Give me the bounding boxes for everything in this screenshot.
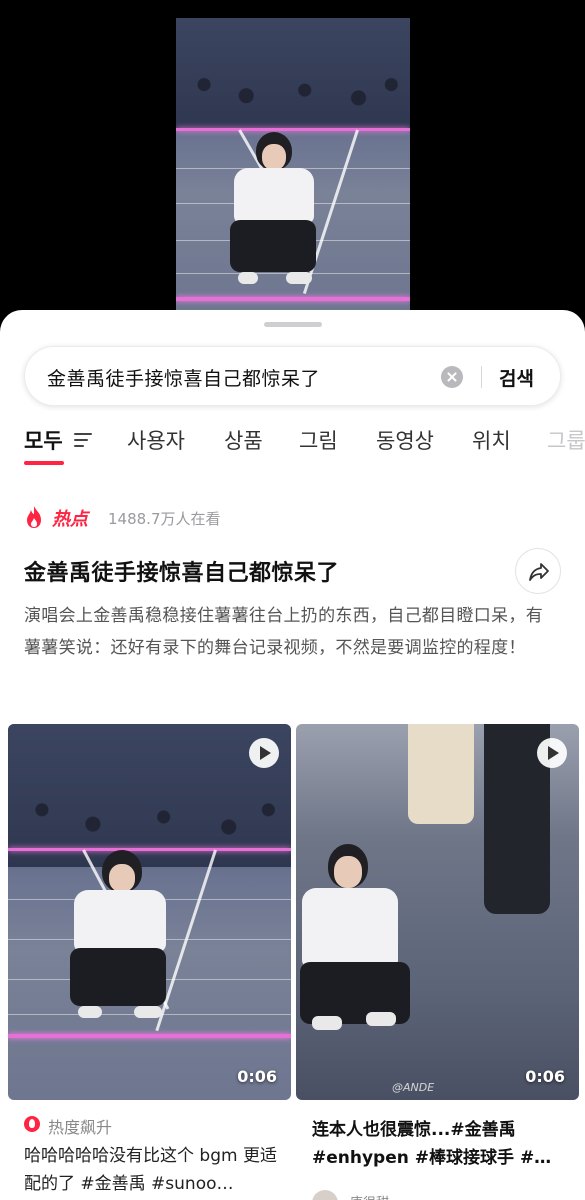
- watermark: @ANDE: [392, 1081, 435, 1094]
- flame-icon: [27, 506, 41, 528]
- video-thumbnail[interactable]: @ANDE 0:06: [296, 724, 579, 1100]
- tab-active-indicator: [24, 461, 64, 465]
- view-count: 1488.7万人在看: [108, 510, 221, 528]
- tab-images[interactable]: 그림: [299, 425, 338, 455]
- play-icon[interactable]: [537, 738, 567, 768]
- drag-handle[interactable]: [264, 322, 322, 327]
- topic-title[interactable]: 金善禹徒手接惊喜自己都惊呆了: [24, 555, 339, 587]
- topic-description: 演唱会上金善禹稳稳接住薯薯往台上扔的东西，自己都目瞪口呆，有薯薯笑说：还好有录下…: [24, 606, 543, 658]
- tab-users[interactable]: 사용자: [127, 425, 185, 455]
- video-duration: 0:06: [525, 1067, 565, 1086]
- tab-groups[interactable]: 그룹: [547, 425, 585, 455]
- card-title[interactable]: 连本人也很震惊...#金善禹 #enhypen #棒球接球手 #…: [312, 1116, 572, 1172]
- crowd-background: [176, 18, 410, 129]
- card-title[interactable]: 哈哈哈哈哈没有比这个 bgm 更适配的了 #金善禹 #sunoo…: [24, 1142, 284, 1198]
- tab-products[interactable]: 상품: [224, 425, 263, 455]
- performer-figure: [68, 850, 228, 1040]
- share-button[interactable]: [515, 548, 561, 594]
- search-bar: 金善禹徒手接惊喜自己都惊呆了 검색: [24, 346, 561, 406]
- video-card[interactable]: 0:06 热度飙升 哈哈哈哈哈没有比这个 bgm 更适配的了 #金善禹 #sun…: [8, 724, 291, 1200]
- hot-label: 热点: [52, 509, 88, 530]
- video-thumbnail[interactable]: 0:06: [8, 724, 291, 1100]
- badge-text: 热度飙升: [48, 1118, 113, 1137]
- category-tabs: 모두 사용자 상품 그림 동영상 위치 그룹: [24, 425, 585, 465]
- search-divider: [481, 366, 482, 388]
- filter-icon[interactable]: [74, 433, 92, 447]
- performer-figure: [296, 844, 436, 1064]
- search-button[interactable]: 검색: [499, 364, 534, 391]
- tab-location[interactable]: 위치: [472, 425, 511, 455]
- search-input[interactable]: 金善禹徒手接惊喜自己都惊呆了: [47, 364, 320, 391]
- play-icon[interactable]: [249, 738, 279, 768]
- crowd-background: [8, 724, 291, 867]
- search-sheet: 金善禹徒手接惊喜自己都惊呆了 검색 모두 사용자 상품 그림 동영상 위치 그룹…: [0, 310, 585, 1200]
- clear-icon[interactable]: [441, 366, 463, 388]
- video-card[interactable]: @ANDE 0:06 连本人也很震惊...#金善禹 #enhypen #棒球接球…: [296, 724, 579, 1200]
- tab-all[interactable]: 모두: [24, 425, 63, 455]
- video-player[interactable]: [0, 0, 585, 320]
- performer-figure: [226, 130, 366, 300]
- video-duration: 0:06: [237, 1067, 277, 1086]
- results-grid: 0:06 热度飙升 哈哈哈哈哈没有比这个 bgm 更适配的了 #金善禹 #sun…: [0, 724, 585, 1200]
- video-frame: [176, 18, 410, 310]
- share-icon: [529, 563, 549, 581]
- fire-badge-icon: [24, 1116, 40, 1132]
- author-name[interactable]: 唐很甜: [350, 1192, 389, 1200]
- avatar[interactable]: [312, 1190, 338, 1200]
- tab-videos[interactable]: 동영상: [376, 425, 434, 455]
- dancer-legs: [408, 724, 474, 824]
